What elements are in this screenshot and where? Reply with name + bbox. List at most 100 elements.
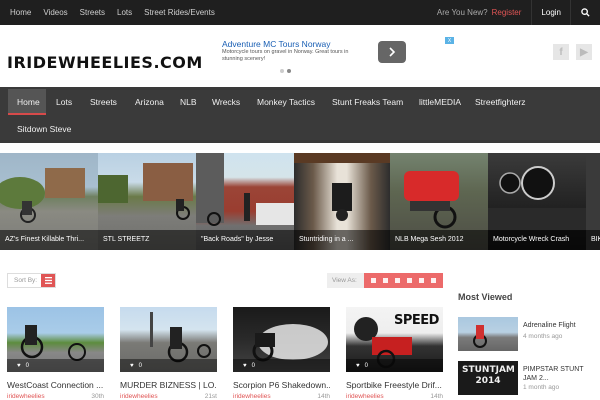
site-logo[interactable]: IRIDEWHEELIES.COM — [7, 53, 203, 72]
top-nav-streets[interactable]: Streets — [74, 8, 111, 17]
top-nav-street-rides[interactable]: Street Rides/Events — [138, 8, 221, 17]
ad-next-button[interactable] — [378, 41, 406, 63]
most-viewed-name[interactable]: Adrenaline Flight — [523, 321, 598, 330]
heart-icon[interactable]: ♥ — [130, 363, 134, 369]
like-bar: ♥ 0 — [346, 359, 443, 372]
video-title[interactable]: MURDER BIZNESS | LO... — [120, 380, 217, 390]
most-viewed-name[interactable]: PIMPSTAR STUNT JAM 2... — [523, 365, 598, 383]
most-viewed-thumbnail[interactable] — [458, 317, 518, 351]
heart-icon[interactable]: ♥ — [356, 363, 360, 369]
slide-caption[interactable]: Motorcycle Wreck Crash — [488, 230, 586, 250]
nav-item-monkey-tactics[interactable]: Monkey Tactics — [257, 97, 315, 107]
video-thumbnail[interactable]: SPEED ♥ 0 — [346, 307, 443, 372]
video-meta: iridewheelies 30th — [7, 393, 104, 400]
most-viewed-item[interactable]: Adrenaline Flight 4 months ago — [458, 317, 598, 351]
top-nav-videos[interactable]: Videos — [37, 8, 73, 17]
sort-control[interactable]: Sort By: — [7, 273, 56, 288]
slide-caption[interactable]: "Back Roads" by Jesse — [196, 230, 294, 250]
heart-icon[interactable]: ♥ — [243, 363, 247, 369]
ad-title[interactable]: Adventure MC Tours Norway — [222, 39, 331, 49]
slide[interactable]: AZ's Finest Killable Thri... — [0, 153, 98, 250]
top-nav-home[interactable]: Home — [4, 8, 37, 17]
grid-icon[interactable] — [371, 278, 377, 283]
nav-item-streets[interactable]: Streets — [90, 97, 117, 107]
thumbnail-overlay-text: STUNTJAM 2014 — [462, 365, 515, 386]
like-bar: ♥ 0 — [120, 359, 217, 372]
most-viewed-time: 4 months ago — [523, 333, 563, 340]
nav-item-arizona[interactable]: Arizona — [135, 97, 164, 107]
nav-item-streetfighterz[interactable]: Streetfighterz — [475, 97, 526, 107]
video-date: 21st — [204, 393, 217, 400]
grid-icon[interactable] — [395, 278, 401, 283]
most-viewed-item[interactable]: STUNTJAM 2014 PIMPSTAR STUNT JAM 2... 1 … — [458, 361, 598, 395]
slide[interactable]: BIK — [586, 153, 600, 250]
nav-item-lots[interactable]: Lots — [56, 97, 72, 107]
video-card[interactable]: ♥ 0 MURDER BIZNESS | LO... iridewheelies 2… — [120, 307, 217, 400]
nav-item-nlb[interactable]: NLB — [180, 97, 197, 107]
sort-label: Sort By: — [14, 277, 38, 284]
video-author[interactable]: iridewheelies — [7, 393, 45, 400]
video-title[interactable]: WestCoast Connection ... — [7, 380, 104, 390]
video-title[interactable]: Scorpion P6 Shakedown... — [233, 380, 330, 390]
facebook-icon[interactable]: f — [553, 44, 569, 60]
ad-dot[interactable] — [280, 69, 284, 73]
nav-item-sitdown-steve[interactable]: Sitdown Steve — [17, 124, 71, 134]
slide[interactable]: "Back Roads" by Jesse — [196, 153, 294, 250]
video-thumbnail[interactable]: ♥ 0 — [7, 307, 104, 372]
list-view-icon[interactable] — [418, 278, 424, 283]
new-user-question: Are You New? — [436, 8, 488, 17]
slide[interactable]: NLB Mega Sesh 2012 — [390, 153, 488, 250]
nav-item-wrecks[interactable]: Wrecks — [212, 97, 240, 107]
slide-caption[interactable]: STL STREETZ — [98, 230, 196, 250]
most-viewed-thumbnail[interactable]: STUNTJAM 2014 — [458, 361, 518, 395]
video-author[interactable]: iridewheelies — [120, 393, 158, 400]
ad-banner[interactable]: Adventure MC Tours Norway Motorcycle tou… — [212, 33, 457, 81]
list-view-icon[interactable] — [430, 278, 436, 283]
slide-caption[interactable]: Stuntriding in a ... — [294, 230, 390, 250]
slide-caption[interactable]: NLB Mega Sesh 2012 — [390, 230, 488, 250]
slide-caption[interactable]: BIK — [586, 230, 600, 250]
search-icon — [581, 8, 590, 17]
video-title[interactable]: Sportbike Freestyle Drif... — [346, 380, 443, 390]
ad-dot-active[interactable] — [287, 69, 291, 73]
most-viewed-title: Most Viewed — [458, 292, 513, 302]
login-button[interactable]: Login — [531, 0, 570, 25]
video-card[interactable]: ♥ 0 Scorpion P6 Shakedown... iridewheelie… — [233, 307, 330, 400]
nav-item-littlemedia[interactable]: littleMEDIA — [419, 97, 461, 107]
video-meta: iridewheelies 14th — [233, 393, 330, 400]
search-button[interactable] — [570, 0, 600, 25]
video-thumbnail[interactable]: ♥ 0 — [233, 307, 330, 372]
video-card[interactable]: SPEED ♥ 0 Sportbike Freestyle Drif... iri… — [346, 307, 443, 400]
grid-icon[interactable] — [383, 278, 389, 283]
video-card[interactable]: ♥ 0 WestCoast Connection ... iridewheelie… — [7, 307, 104, 400]
site-header: IRIDEWHEELIES.COM Adventure MC Tours Nor… — [0, 25, 600, 87]
ad-close-icon[interactable]: X — [445, 37, 454, 44]
view-buttons — [364, 273, 443, 288]
sort-button[interactable] — [41, 274, 55, 287]
featured-slider: AZ's Finest Killable Thri... STL STREETZ… — [0, 153, 600, 250]
top-nav-lots[interactable]: Lots — [111, 8, 138, 17]
register-link[interactable]: Register — [492, 8, 522, 17]
slide[interactable]: Motorcycle Wreck Crash — [488, 153, 586, 250]
video-thumbnail[interactable]: ♥ 0 — [120, 307, 217, 372]
slide[interactable]: Stuntriding in a ... — [294, 153, 390, 250]
video-meta: iridewheelies 14th — [346, 393, 443, 400]
thumbnail-image — [473, 325, 487, 348]
video-author[interactable]: iridewheelies — [346, 393, 384, 400]
heart-icon[interactable]: ♥ — [17, 363, 21, 369]
video-author[interactable]: iridewheelies — [233, 393, 271, 400]
nav-item-home[interactable]: Home — [17, 97, 40, 107]
slide[interactable]: STL STREETZ — [98, 153, 196, 250]
main-nav: Home Lots Streets Arizona NLB Wrecks Mon… — [0, 87, 600, 143]
grid-icon[interactable] — [406, 278, 412, 283]
nav-item-stunt-freaks-team[interactable]: Stunt Freaks Team — [332, 97, 403, 107]
video-date: 30th — [91, 393, 104, 400]
view-as-control: View As: — [327, 273, 443, 288]
youtube-icon[interactable]: ▶ — [576, 44, 592, 60]
like-count: 0 — [138, 362, 142, 369]
ad-text: Motorcycle tours on gravel in Norway. Gr… — [222, 49, 349, 62]
like-bar: ♥ 0 — [233, 359, 330, 372]
list-icon — [44, 277, 52, 284]
slide-caption[interactable]: AZ's Finest Killable Thri... — [0, 230, 98, 250]
top-right: Are You New? Register Login — [437, 0, 600, 25]
